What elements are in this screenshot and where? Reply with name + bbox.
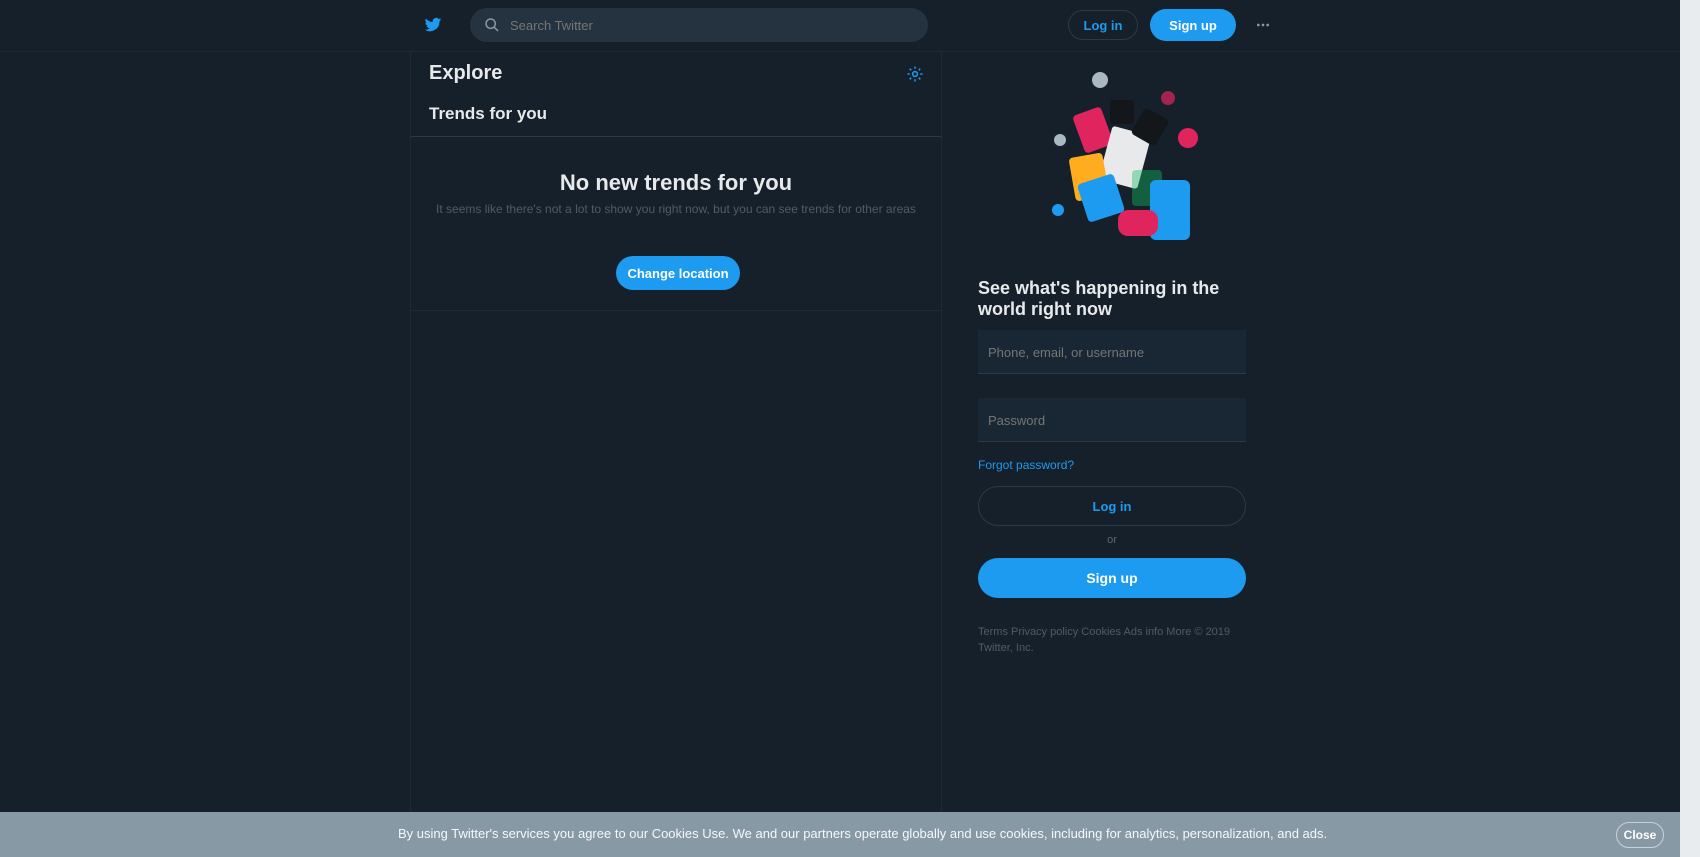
password-field[interactable]	[988, 408, 1238, 432]
window-edge	[1680, 0, 1700, 857]
empty-state-description: It seems like there's not a lot to show …	[436, 202, 916, 216]
login-button[interactable]: Log in	[1068, 10, 1138, 40]
forgot-password-link[interactable]: Forgot password?	[978, 458, 1074, 472]
tab-divider	[411, 136, 941, 137]
login-sidebar: See what's happening in the world right …	[960, 52, 1260, 812]
username-field-wrapper[interactable]	[978, 330, 1246, 374]
top-bar: Log in Sign up	[0, 0, 1680, 52]
username-field[interactable]	[988, 340, 1238, 364]
search-input[interactable]	[510, 17, 890, 33]
promo-illustration	[1000, 60, 1210, 260]
main-column: Explore Trends for you No new trends for…	[410, 52, 942, 812]
or-separator: or	[1107, 534, 1117, 546]
cookie-banner: By using Twitter's services you agree to…	[0, 812, 1680, 857]
cookie-close-button[interactable]: Close	[1616, 822, 1664, 848]
page-title: Explore	[429, 62, 503, 84]
search-box[interactable]	[470, 8, 928, 42]
settings-gear-icon[interactable]	[901, 60, 929, 88]
signup-submit-button[interactable]: Sign up	[978, 558, 1246, 598]
empty-state-title: No new trends for you	[559, 170, 793, 195]
more-options-icon[interactable]	[1250, 12, 1276, 38]
login-submit-button[interactable]: Log in	[978, 486, 1246, 526]
change-location-button[interactable]: Change location	[616, 256, 740, 290]
tab-trends-for-you[interactable]: Trends for you	[429, 104, 547, 124]
section-divider	[411, 310, 941, 311]
promo-title: See what's happening in the world right …	[978, 278, 1220, 319]
password-field-wrapper[interactable]	[978, 398, 1246, 442]
cookie-banner-text: By using Twitter's services you agree to…	[398, 826, 1328, 841]
app-window: Log in Sign up Explore Trends for you No…	[0, 0, 1700, 857]
footer-links[interactable]: Terms Privacy policy Cookies Ads info Mo…	[978, 624, 1248, 656]
search-icon	[484, 17, 500, 33]
twitter-logo-icon[interactable]	[420, 12, 446, 38]
signup-button[interactable]: Sign up	[1150, 9, 1236, 41]
